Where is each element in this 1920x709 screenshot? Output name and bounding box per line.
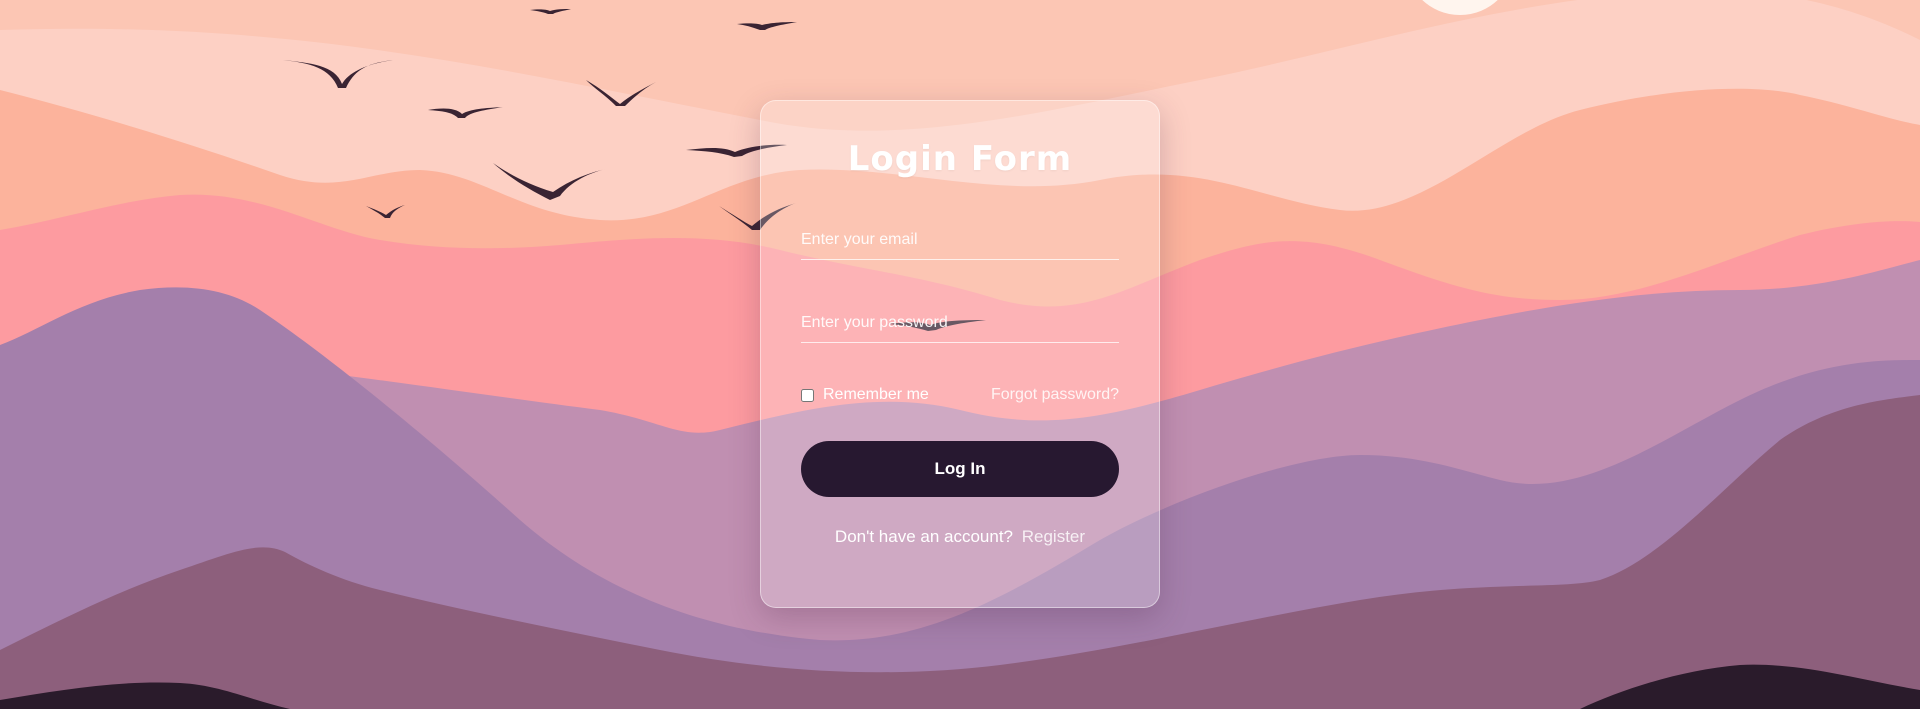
email-field[interactable] [801, 223, 1119, 257]
remember-label: Remember me [823, 386, 929, 403]
options-row: Remember me Forgot password? [801, 383, 1119, 407]
email-field-wrapper [801, 223, 1119, 260]
page-title: Login Form [847, 139, 1073, 179]
password-field-wrapper [801, 306, 1119, 343]
forgot-password-link[interactable]: Forgot password? [991, 386, 1119, 404]
login-card: Login Form Remember me Forgot password? … [760, 100, 1160, 608]
login-button[interactable]: Log In [801, 441, 1119, 497]
register-prompt: Don't have an account? [834, 527, 1014, 546]
password-field[interactable] [801, 306, 1119, 340]
remember-checkbox[interactable] [801, 388, 814, 402]
register-row: Don't have an account? Register [801, 527, 1119, 547]
register-link[interactable]: Register [1022, 527, 1085, 546]
remember-me[interactable]: Remember me [801, 386, 929, 404]
